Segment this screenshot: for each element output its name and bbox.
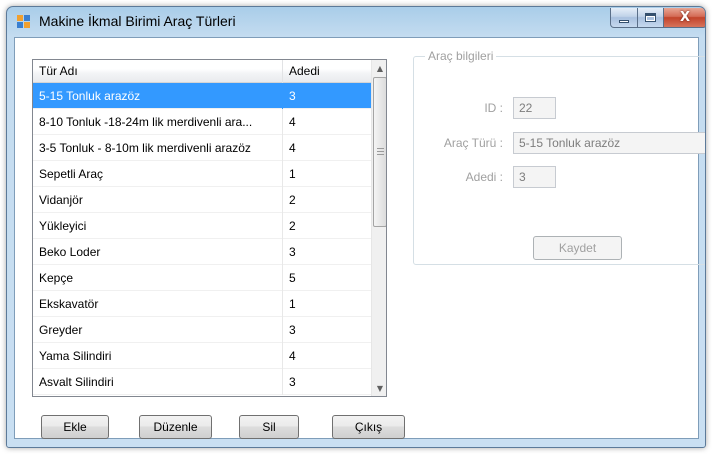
- cell-count: 4: [289, 349, 296, 363]
- table-row[interactable]: 8-10 Tonluk -18-24m lik merdivenli ara..…: [33, 109, 371, 135]
- table-row[interactable]: Sepetli Araç 1: [33, 161, 371, 187]
- count-label: Adedi :: [465, 170, 503, 184]
- client-area: Tür Adı Adedi 5-15 Tonluk arazöz 3 8-10 To…: [14, 37, 705, 439]
- table-row[interactable]: Yama Silindiri 4: [33, 343, 371, 369]
- maximize-button[interactable]: [637, 8, 664, 28]
- cell-count: 4: [289, 141, 296, 155]
- vertical-scrollbar[interactable]: ▲ ▼: [371, 60, 386, 396]
- column-header-count[interactable]: Adedi: [283, 60, 371, 83]
- table-row[interactable]: Beko Loder 3: [33, 239, 371, 265]
- cell-count: 3: [289, 323, 296, 337]
- close-button[interactable]: X: [663, 8, 705, 28]
- table-row[interactable]: Greyder 3: [33, 317, 371, 343]
- close-icon: X: [679, 10, 691, 25]
- cell-type-name: Greyder: [33, 317, 283, 343]
- table-row[interactable]: Ekskavatör 1: [33, 291, 371, 317]
- vehicle-info-groupbox: [413, 56, 705, 265]
- grip-icon: [377, 148, 384, 155]
- cell-type-name: 8-10 Tonluk -18-24m lik merdivenli ara..…: [33, 109, 283, 135]
- main-window: Makine İkmal Birimi Araç Türleri X Tür A…: [6, 6, 706, 448]
- delete-button[interactable]: Sil: [239, 415, 299, 439]
- maximize-icon: [645, 13, 656, 22]
- cell-count: 2: [289, 193, 296, 207]
- title-bar[interactable]: Makine İkmal Birimi Araç Türleri X: [7, 7, 705, 37]
- cell-type-name: Kepçe: [33, 265, 283, 291]
- grid-rows: 5-15 Tonluk arazöz 3 8-10 Tonluk -18-24m l…: [33, 83, 371, 395]
- groupbox-title: Araç bilgileri: [425, 49, 497, 63]
- table-row[interactable]: Asvalt Silindiri 3: [33, 369, 371, 395]
- app-icon: [17, 15, 31, 29]
- cell-count: 3: [289, 245, 296, 259]
- cell-type-name: Ekskavatör: [33, 291, 283, 317]
- cell-count: 1: [289, 297, 296, 311]
- cell-type-name: Yama Silindiri: [33, 343, 283, 369]
- cell-type-name: 3-5 Tonluk - 8-10m lik merdivenli arazöz: [33, 135, 283, 161]
- window-title: Makine İkmal Birimi Araç Türleri: [39, 13, 236, 29]
- vehicle-type-grid[interactable]: Tür Adı Adedi 5-15 Tonluk arazöz 3 8-10 To…: [32, 59, 387, 397]
- cell-count: 3: [289, 89, 296, 103]
- cell-count: 3: [289, 375, 296, 389]
- table-row[interactable]: Vidanjör 2: [33, 187, 371, 213]
- id-field[interactable]: 22: [513, 97, 556, 119]
- grid-header: Tür Adı Adedi: [33, 60, 371, 83]
- cell-count: 1: [289, 167, 296, 181]
- scroll-down-icon[interactable]: ▼: [372, 380, 386, 396]
- cell-count: 4: [289, 115, 296, 129]
- table-row[interactable]: 3-5 Tonluk - 8-10m lik merdivenli arazöz…: [33, 135, 371, 161]
- cell-type-name: 5-15 Tonluk arazöz: [33, 83, 283, 109]
- cell-type-name: Yükleyici: [33, 213, 283, 239]
- column-header-type-name[interactable]: Tür Adı: [33, 60, 283, 83]
- minimize-button[interactable]: [610, 8, 638, 28]
- cell-type-name: Asvalt Silindiri: [33, 369, 283, 395]
- scroll-up-icon[interactable]: ▲: [372, 60, 386, 76]
- table-row[interactable]: 5-15 Tonluk arazöz 3: [33, 83, 371, 109]
- table-row[interactable]: Yükleyici 2: [33, 213, 371, 239]
- id-label: ID :: [484, 101, 503, 115]
- cell-count: 2: [289, 219, 296, 233]
- cell-type-name: Vidanjör: [33, 187, 283, 213]
- count-field[interactable]: 3: [513, 166, 556, 188]
- cell-type-name: Beko Loder: [33, 239, 283, 265]
- exit-button[interactable]: Çıkış: [332, 415, 405, 439]
- minimize-icon: [619, 19, 629, 23]
- cell-type-name: Sepetli Araç: [33, 161, 283, 187]
- type-field[interactable]: 5-15 Tonluk arazöz: [513, 132, 705, 154]
- add-button[interactable]: Ekle: [41, 415, 109, 439]
- save-button[interactable]: Kaydet: [533, 236, 622, 260]
- scroll-thumb[interactable]: [373, 77, 386, 227]
- table-row[interactable]: Kepçe 5: [33, 265, 371, 291]
- edit-button[interactable]: Düzenle: [139, 415, 212, 439]
- type-label: Araç Türü :: [443, 136, 503, 150]
- cell-count: 5: [289, 271, 296, 285]
